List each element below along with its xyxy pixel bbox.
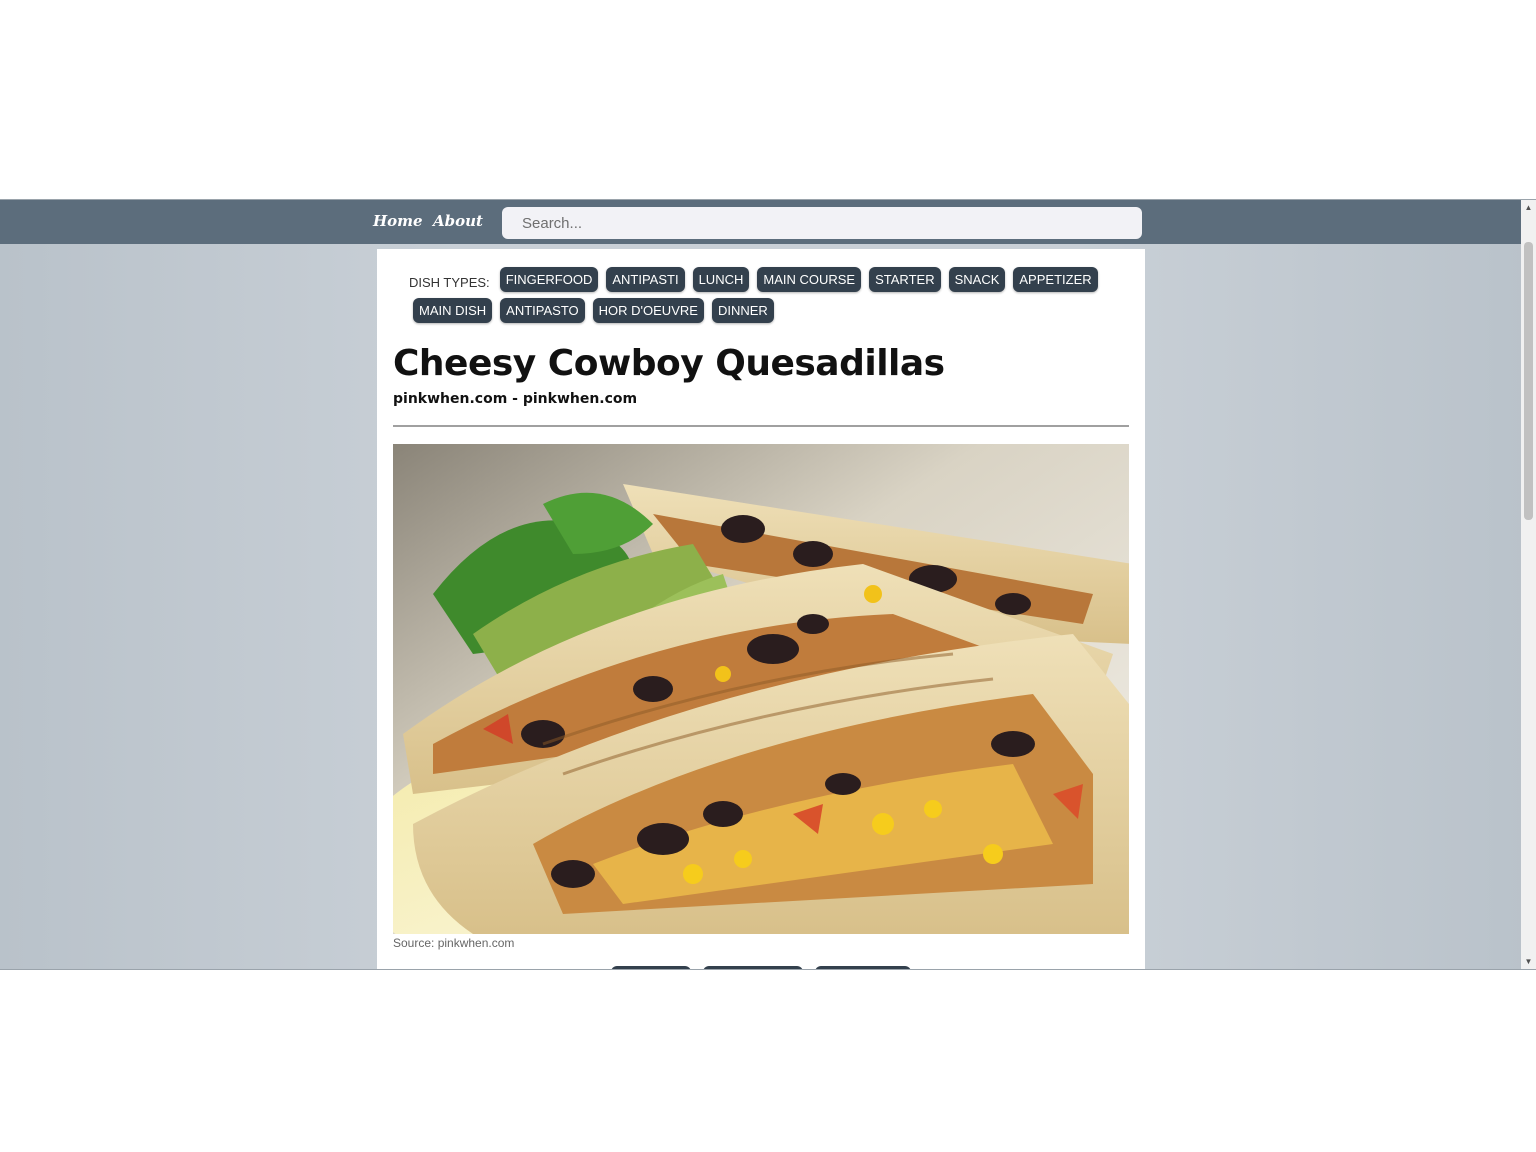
image-caption: Source: pinkwhen.com <box>393 936 515 950</box>
dish-tag-antipasto[interactable]: ANTIPASTO <box>500 298 585 323</box>
scroll-down-icon[interactable]: ▼ <box>1521 954 1536 969</box>
scroll-up-icon[interactable]: ▲ <box>1521 200 1536 215</box>
search-input[interactable] <box>502 207 1142 239</box>
dish-tag-lunch[interactable]: LUNCH <box>692 267 750 292</box>
recipe-title: Cheesy Cowboy Quesadillas <box>393 343 945 384</box>
dish-tag-starter[interactable]: STARTER <box>869 267 941 292</box>
recipe-photo <box>393 444 1129 934</box>
dish-tag-main-course[interactable]: MAIN COURSE <box>757 267 862 292</box>
partial-tag[interactable] <box>703 966 803 969</box>
title-divider <box>393 425 1129 427</box>
recipe-card: DISH TYPES: FINGERFOOD ANTIPASTI LUNCH MAIN … <box>377 249 1145 969</box>
dish-tag-fingerfood[interactable]: FINGERFOOD <box>499 267 599 292</box>
dish-types: DISH TYPES: FINGERFOOD ANTIPASTI LUNCH MAIN … <box>409 267 1119 329</box>
scrollbar-thumb[interactable] <box>1524 242 1533 520</box>
recipe-source-line: pinkwhen.com - pinkwhen.com <box>393 391 638 407</box>
nav-about-link[interactable]: About <box>433 212 483 230</box>
dish-tag-main-dish[interactable]: MAIN DISH <box>413 298 493 323</box>
dish-tag-appetizer[interactable]: APPETIZER <box>1013 267 1098 292</box>
partial-tag[interactable] <box>611 966 691 969</box>
dish-tag-antipasti[interactable]: ANTIPASTI <box>606 267 685 292</box>
browser-viewport: Home About DISH TYPES: FINGERFOOD ANTIPAST… <box>0 199 1536 970</box>
nav-home-link[interactable]: Home <box>373 212 423 230</box>
partial-tag[interactable] <box>815 966 911 969</box>
dish-tag-dinner[interactable]: DINNER <box>711 298 774 323</box>
dish-types-label: DISH TYPES: <box>409 275 490 290</box>
dish-tag-hor-doeuvre[interactable]: HOR D'OEUVRE <box>592 298 704 323</box>
dish-tag-snack[interactable]: SNACK <box>948 267 1006 292</box>
top-navbar: Home About <box>0 200 1521 244</box>
vertical-scrollbar[interactable]: ▲ ▼ <box>1521 200 1536 969</box>
